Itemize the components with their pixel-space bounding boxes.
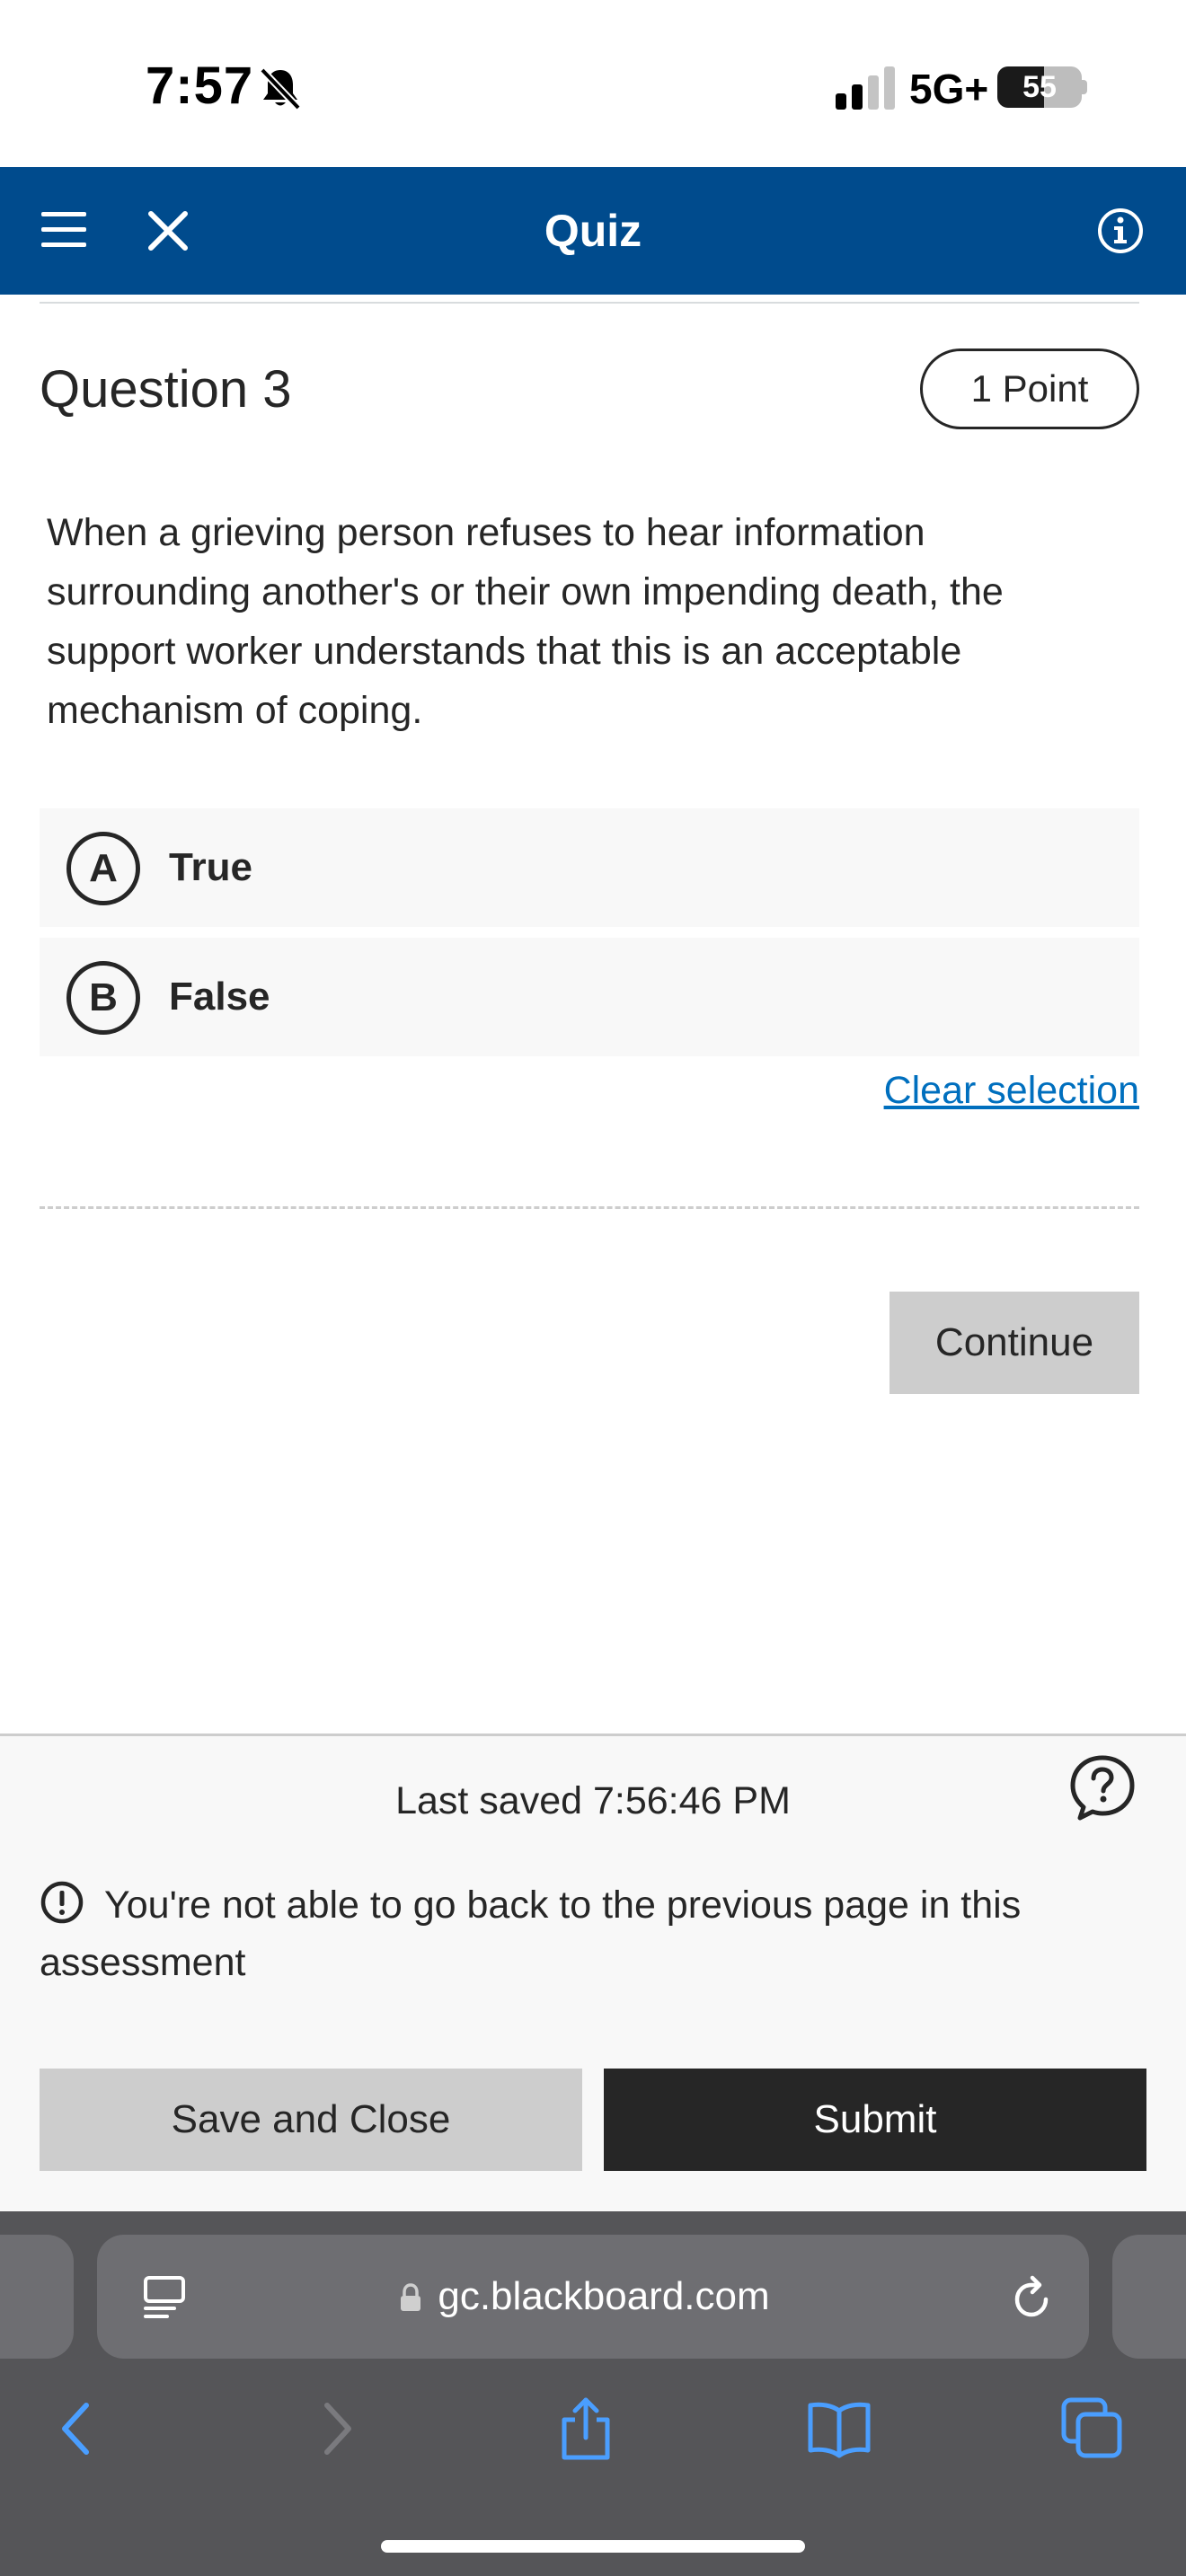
previous-tab-peek[interactable] <box>0 2235 74 2359</box>
battery-level: 55 <box>1022 70 1057 104</box>
bookmarks-icon[interactable] <box>805 2395 873 2463</box>
question-title: Question 3 <box>40 360 292 419</box>
option-letter-b: B <box>66 961 140 1035</box>
header-title: Quiz <box>544 206 642 256</box>
top-divider <box>40 302 1139 304</box>
option-label-b: False <box>169 975 270 1019</box>
submit-button[interactable]: Submit <box>604 2069 1146 2171</box>
tabs-icon[interactable] <box>1058 2395 1127 2463</box>
bell-slash-icon <box>260 67 301 110</box>
status-time: 7:57 <box>146 57 254 115</box>
lock-icon <box>401 2283 420 2311</box>
navigation-notice-text: You're not able to go back to the previo… <box>40 1883 1022 1984</box>
status-bar: 7:57 5G+ 55 <box>0 0 1186 167</box>
alert-icon <box>40 1881 84 1924</box>
help-icon[interactable] <box>1067 1752 1137 1822</box>
navigation-notice: You're not able to go back to the previo… <box>40 1876 1118 1991</box>
reload-icon[interactable] <box>1006 2272 1057 2323</box>
forward-icon[interactable] <box>302 2395 370 2463</box>
option-letter-a: A <box>66 832 140 905</box>
clear-selection-link[interactable]: Clear selection <box>884 1069 1139 1113</box>
last-saved-status: Last saved 7:56:46 PM <box>395 1779 791 1822</box>
battery-nub <box>1082 80 1087 94</box>
answer-option-b[interactable]: B False <box>40 938 1139 1056</box>
answer-option-a[interactable]: A True <box>40 808 1139 927</box>
address-bar[interactable]: gc.blackboard.com <box>97 2235 1089 2359</box>
share-icon[interactable] <box>552 2395 620 2463</box>
network-type: 5G+ <box>909 66 989 112</box>
question-text: When a grieving person refuses to hear i… <box>47 511 1004 732</box>
points-badge: 1 Point <box>920 348 1139 429</box>
continue-button[interactable]: Continue <box>890 1292 1139 1394</box>
save-and-close-button[interactable]: Save and Close <box>40 2069 582 2171</box>
info-icon[interactable] <box>1096 207 1145 255</box>
url-text: gc.blackboard.com <box>438 2274 770 2318</box>
battery-icon: 55 <box>997 66 1082 108</box>
home-indicator <box>381 2540 805 2553</box>
option-label-a: True <box>169 845 252 889</box>
back-icon[interactable] <box>43 2395 111 2463</box>
signal-strength-icon <box>836 66 895 110</box>
browser-toolbar: gc.blackboard.com <box>0 2211 1186 2576</box>
next-tab-peek[interactable] <box>1112 2235 1186 2359</box>
app-header: Quiz <box>0 167 1186 295</box>
assessment-footer: Last saved 7:56:46 PM You're not able to… <box>0 1734 1186 2211</box>
dashed-divider <box>40 1206 1139 1209</box>
